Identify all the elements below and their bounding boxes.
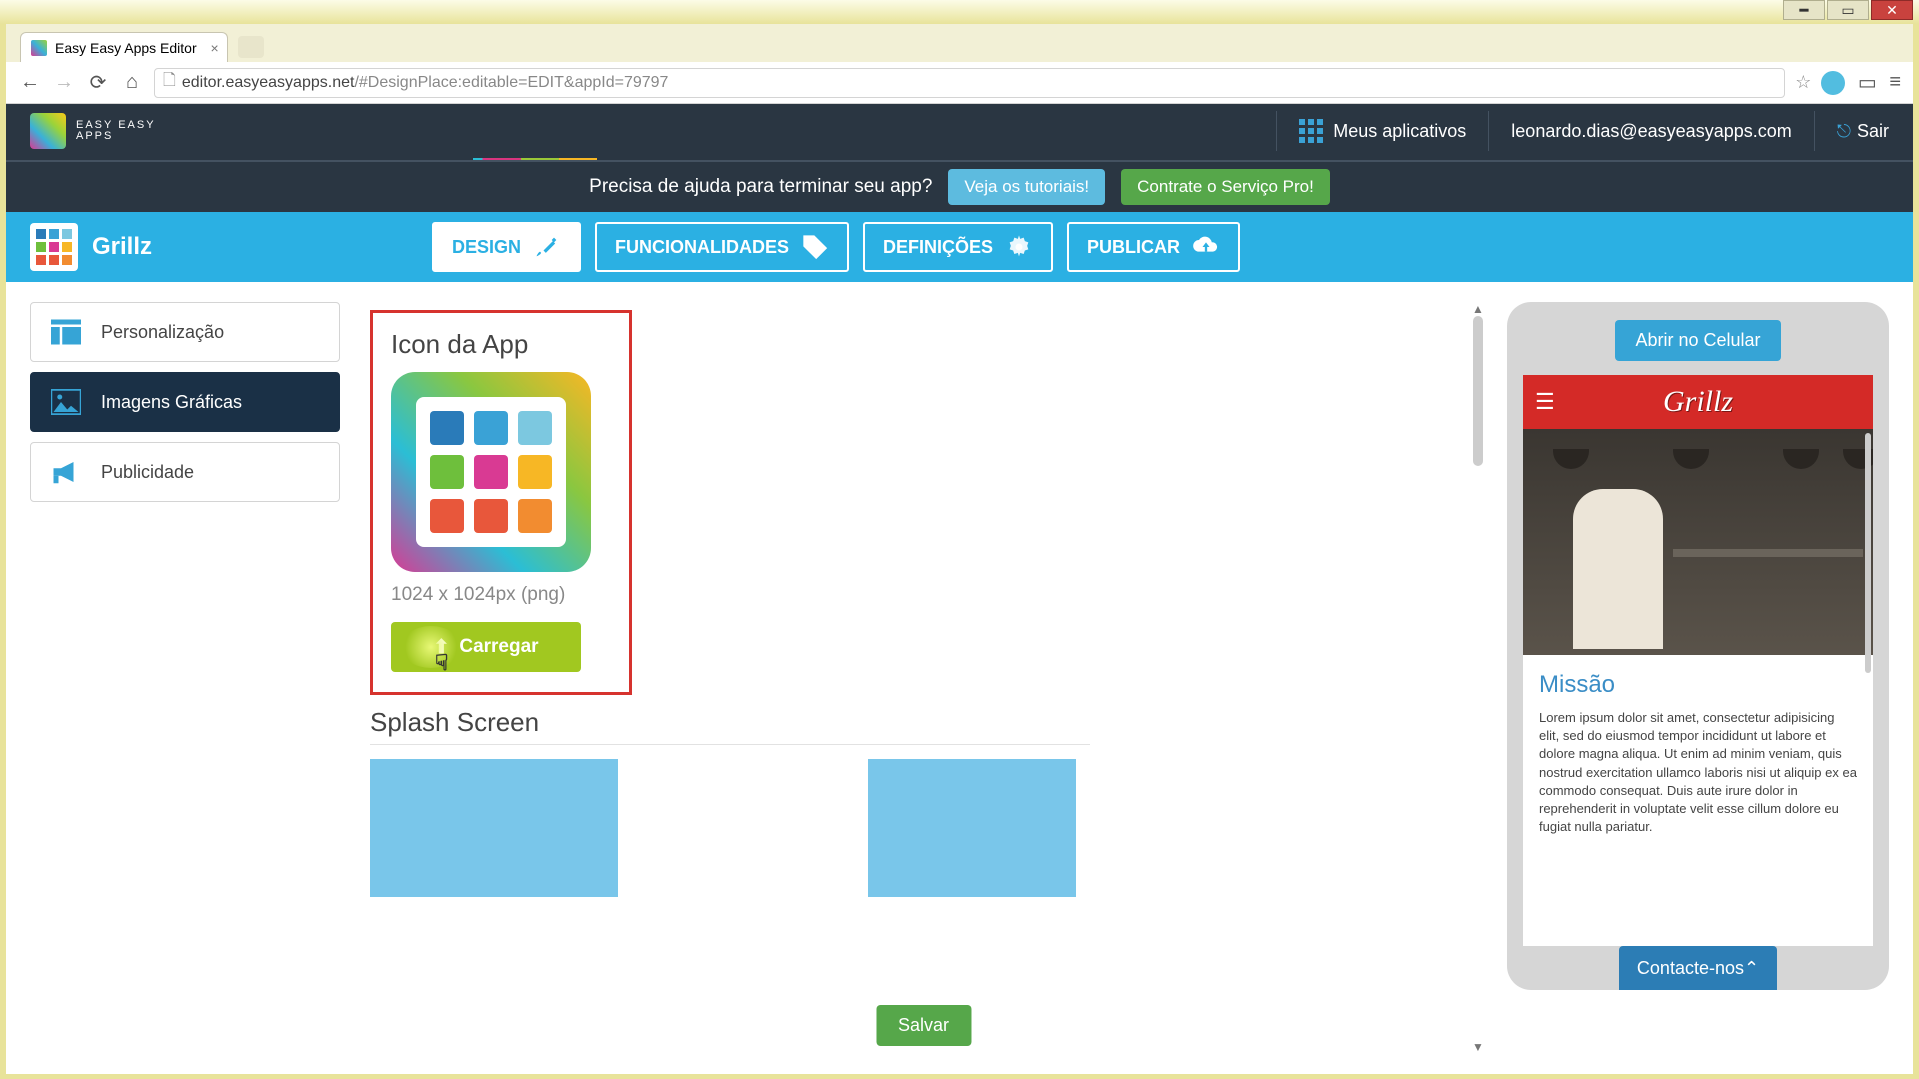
help-question: Precisa de ajuda para terminar seu app? (589, 176, 932, 198)
brush-icon (533, 233, 561, 261)
gear-icon (1005, 233, 1033, 261)
preview-body-text: Lorem ipsum dolor sit amet, consectetur … (1539, 709, 1857, 836)
app-icon (30, 223, 78, 271)
tab-publish[interactable]: PUBLICAR (1067, 222, 1240, 272)
phone-preview: Abrir no Celular ☰ Grillz Missão Lorem i… (1507, 302, 1889, 990)
app-icon-section: Icon da App 1024 x 1024px (png) ⬆ (370, 310, 632, 695)
home-button[interactable]: ⌂ (120, 71, 144, 95)
preview-hero-image (1523, 429, 1873, 655)
my-apps-label: Meus aplicativos (1333, 121, 1466, 142)
tab-title: Easy Easy Apps Editor (55, 40, 197, 56)
app-name: Grillz (92, 233, 152, 261)
layout-icon (49, 318, 83, 346)
megaphone-icon (49, 458, 83, 486)
cursor-pointer-icon: ☟ (435, 650, 448, 676)
sidebar-label: Imagens Gráficas (101, 392, 242, 413)
tab-features-label: FUNCIONALIDADES (615, 237, 789, 258)
divider (370, 744, 1090, 745)
content-scrollbar[interactable]: ▲ ▼ (1469, 302, 1487, 1054)
tab-close-icon[interactable]: × (210, 40, 218, 56)
preview-scrollbar[interactable] (1865, 433, 1871, 673)
sidebar-item-personalization[interactable]: Personalização (30, 302, 340, 362)
my-apps-link[interactable]: Meus aplicativos (1299, 119, 1466, 143)
icon-size-hint: 1024 x 1024px (png) (391, 584, 611, 606)
upload-icon-button[interactable]: ⬆ Carregar ☟ (391, 622, 581, 672)
tag-icon (801, 233, 829, 261)
forward-button[interactable]: → (52, 71, 76, 95)
preview-app-header: ☰ Grillz (1523, 375, 1873, 429)
contact-bar[interactable]: Contacte-nos ⌃ (1619, 946, 1777, 990)
brand-logo (30, 113, 66, 149)
window-maximize-button[interactable]: ▭ (1827, 0, 1869, 20)
image-icon (49, 388, 83, 416)
tab-design[interactable]: DESIGN (432, 222, 581, 272)
tab-publish-label: PUBLICAR (1087, 237, 1180, 258)
tab-design-label: DESIGN (452, 237, 521, 258)
brand-text: EASY EASY APPS (76, 120, 156, 142)
apps-grid-icon (1299, 119, 1323, 143)
section-title-icon: Icon da App (391, 329, 611, 360)
cloud-upload-icon (1192, 233, 1220, 261)
back-button[interactable]: ← (18, 71, 42, 95)
preview-app-title: Grillz (1663, 385, 1733, 419)
bookmark-icon[interactable]: ☆ (1795, 72, 1811, 93)
new-tab-button[interactable] (238, 36, 264, 58)
logout-label: Sair (1857, 121, 1889, 141)
save-button[interactable]: Salvar (876, 1005, 971, 1046)
browser-tabstrip: Easy Easy Apps Editor × (6, 24, 1913, 62)
hamburger-icon[interactable]: ☰ (1535, 389, 1555, 415)
splash-preview-portrait[interactable] (868, 759, 1076, 897)
reload-button[interactable]: ⟳ (86, 71, 110, 95)
page-icon: 🗋 (163, 69, 176, 96)
device-mode-icon[interactable]: ▭ (1855, 71, 1879, 95)
exit-icon: ⎋ (1837, 121, 1851, 141)
logout-link[interactable]: ⎋ Sair (1837, 121, 1889, 142)
tab-settings[interactable]: DEFINIÇÕES (863, 222, 1053, 272)
sidebar: Personalização Imagens Gráficas Publicid… (30, 302, 340, 1054)
window-close-button[interactable]: ✕ (1871, 0, 1913, 20)
section-title-splash: Splash Screen (370, 707, 1457, 738)
help-strip: Precisa de ajuda para terminar seu app? … (6, 160, 1913, 212)
chevron-up-icon: ⌃ (1744, 958, 1759, 979)
app-icon-preview (391, 372, 591, 572)
scrollbar-thumb[interactable] (1473, 316, 1483, 466)
tab-settings-label: DEFINIÇÕES (883, 237, 993, 258)
scroll-up-icon[interactable]: ▲ (1472, 302, 1484, 316)
tab-features[interactable]: FUNCIONALIDADES (595, 222, 849, 272)
tutorials-button[interactable]: Veja os tutoriais! (948, 169, 1105, 205)
hire-pro-button[interactable]: Contrate o Serviço Pro! (1121, 169, 1330, 205)
phone-screen: ☰ Grillz Missão Lorem ipsum dolor sit am… (1523, 375, 1873, 946)
sidebar-label: Personalização (101, 322, 224, 343)
open-on-phone-button[interactable]: Abrir no Celular (1615, 320, 1780, 361)
sidebar-label: Publicidade (101, 462, 194, 483)
extension-button[interactable] (1821, 71, 1845, 95)
user-email: leonardo.dias@easyeasyapps.com (1511, 121, 1791, 142)
upload-label: Carregar (459, 636, 538, 658)
app-header: EASY EASY APPS Meus aplicativos leonardo… (6, 104, 1913, 158)
address-bar[interactable]: 🗋 editor.easyeasyapps.net/#DesignPlace:e… (154, 68, 1785, 98)
tab-favicon (31, 40, 47, 56)
browser-toolbar: ← → ⟳ ⌂ 🗋 editor.easyeasyapps.net/#Desig… (6, 62, 1913, 104)
url-host: editor.easyeasyapps.net (182, 74, 355, 92)
splash-preview-landscape[interactable] (370, 759, 618, 897)
preview-section-title: Missão (1539, 671, 1857, 699)
browser-menu-icon[interactable]: ≡ (1889, 71, 1901, 94)
scroll-down-icon[interactable]: ▼ (1472, 1040, 1484, 1054)
app-brand: Grillz (30, 223, 152, 271)
contact-label: Contacte-nos (1637, 958, 1744, 979)
sidebar-item-ads[interactable]: Publicidade (30, 442, 340, 502)
url-path: /#DesignPlace:editable=EDIT&appId=79797 (354, 74, 668, 92)
nav-bar: Grillz DESIGN FUNCIONALIDADES DEFINIÇÕES… (6, 212, 1913, 282)
browser-tab[interactable]: Easy Easy Apps Editor × (20, 32, 228, 62)
window-titlebar: ━ ▭ ✕ (0, 0, 1919, 24)
sidebar-item-images[interactable]: Imagens Gráficas (30, 372, 340, 432)
window-minimize-button[interactable]: ━ (1783, 0, 1825, 20)
